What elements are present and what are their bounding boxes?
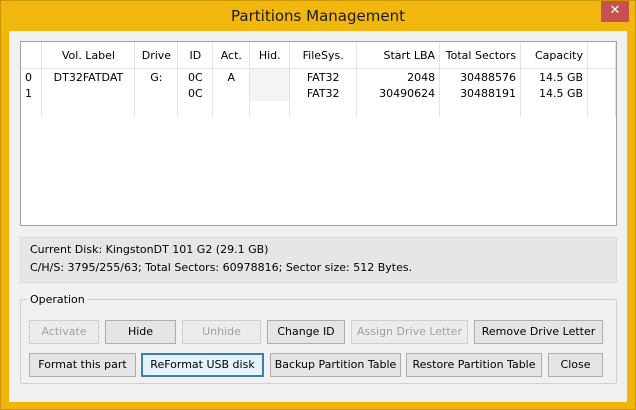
cell-drive: [134, 85, 179, 101]
col-header-index[interactable]: [21, 42, 43, 69]
col-header-hidden[interactable]: Hid.: [249, 42, 291, 69]
table-row[interactable]: 0 DT32FATDAT G: 0C A FAT32 2048 30488576…: [21, 68, 616, 85]
disk-info-panel: Current Disk: KingstonDT 101 G2 (29.1 GB…: [20, 237, 617, 283]
table-header-row: Vol. Label Drive ID Act. Hid. FileSys. S…: [21, 42, 616, 69]
col-header-start-lba[interactable]: Start LBA: [356, 42, 441, 69]
activate-button[interactable]: Activate: [29, 320, 99, 344]
cell-index: 1: [21, 85, 43, 101]
col-header-active[interactable]: Act.: [212, 42, 251, 69]
close-icon: ✕: [609, 3, 621, 18]
format-partition-button[interactable]: Format this part: [29, 353, 136, 377]
cell-start-lba: 2048: [356, 68, 441, 85]
col-header-capacity[interactable]: Capacity: [520, 42, 589, 69]
cell-total-sectors: 30488576: [439, 68, 522, 85]
reformat-usb-button[interactable]: ReFormat USB disk: [141, 353, 264, 377]
title-bar[interactable]: Partitions Management ✕: [1, 1, 635, 31]
cell-active: [212, 85, 251, 101]
dialog-client: Vol. Label Drive ID Act. Hid. FileSys. S…: [9, 31, 627, 402]
table-empty-area: [21, 101, 616, 117]
cell-hidden: [249, 85, 291, 101]
change-id-button[interactable]: Change ID: [267, 320, 345, 344]
cell-hidden: [249, 68, 291, 85]
partitions-grid: Vol. Label Drive ID Act. Hid. FileSys. S…: [21, 42, 616, 117]
hide-button[interactable]: Hide: [105, 320, 176, 344]
cell-vol-label: DT32FATDAT: [41, 68, 136, 85]
col-header-id[interactable]: ID: [177, 42, 214, 69]
disk-geometry-text: C/H/S: 3795/255/63; Total Sectors: 60978…: [30, 261, 413, 274]
window-close-button[interactable]: ✕: [601, 1, 629, 22]
operation-group-label: Operation: [27, 293, 88, 306]
dialog-window: Partitions Management ✕ Vol. Label Drive…: [0, 0, 636, 410]
cell-capacity: 14.5 GB: [520, 85, 589, 101]
cell-filesys: FAT32: [289, 85, 358, 101]
cell-start-lba: 30490624: [356, 85, 441, 101]
cell-vol-label: [41, 85, 136, 101]
cell-drive: G:: [134, 68, 179, 85]
window-title: Partitions Management: [231, 7, 405, 25]
table-row[interactable]: 1 0C FAT32 30490624 30488191 14.5 GB: [21, 85, 616, 101]
current-disk-text: Current Disk: KingstonDT 101 G2 (29.1 GB…: [30, 243, 269, 256]
col-header-drive[interactable]: Drive: [134, 42, 179, 69]
unhide-button[interactable]: Unhide: [182, 320, 261, 344]
cell-id: 0C: [177, 68, 214, 85]
cell-active: A: [212, 68, 251, 85]
cell-filesys: FAT32: [289, 68, 358, 85]
cell-index: 0: [21, 68, 43, 85]
cell-filler: [587, 85, 616, 101]
remove-drive-letter-button[interactable]: Remove Drive Letter: [474, 320, 603, 344]
col-header-vol-label[interactable]: Vol. Label: [41, 42, 136, 69]
col-header-total-sectors[interactable]: Total Sectors: [439, 42, 522, 69]
backup-partition-table-button[interactable]: Backup Partition Table: [270, 353, 401, 377]
col-header-filler: [587, 42, 616, 69]
partitions-table[interactable]: Vol. Label Drive ID Act. Hid. FileSys. S…: [20, 41, 617, 226]
col-header-filesys[interactable]: FileSys.: [289, 42, 358, 69]
cell-capacity: 14.5 GB: [520, 68, 589, 85]
cell-id: 0C: [177, 85, 214, 101]
cell-total-sectors: 30488191: [439, 85, 522, 101]
close-button[interactable]: Close: [548, 353, 603, 377]
assign-drive-letter-button[interactable]: Assign Drive Letter: [351, 320, 468, 344]
cell-filler: [587, 68, 616, 85]
restore-partition-table-button[interactable]: Restore Partition Table: [406, 353, 542, 377]
